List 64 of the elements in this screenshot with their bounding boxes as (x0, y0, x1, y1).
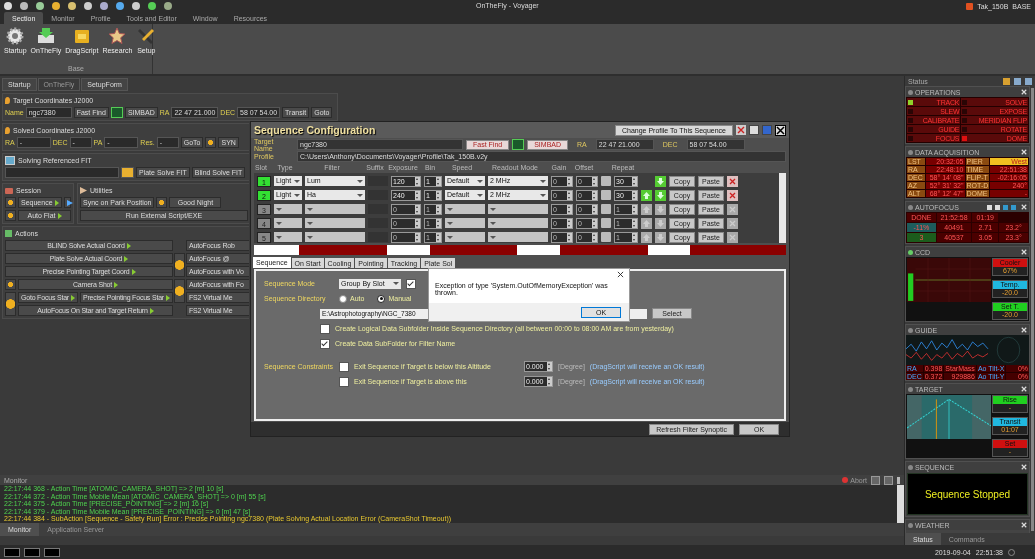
play-icon (149, 307, 154, 314)
radio-button[interactable] (377, 294, 386, 303)
delete-icon[interactable] (727, 217, 738, 229)
gear-icon[interactable] (5, 197, 16, 208)
arrow-up-icon[interactable] (641, 231, 652, 243)
checkbox[interactable] (339, 376, 349, 387)
play-icon (114, 281, 118, 288)
gear-icon (5, 26, 26, 46)
dropdown[interactable] (274, 204, 302, 214)
dropdown[interactable] (274, 218, 302, 228)
arrow-down-icon[interactable] (655, 217, 666, 229)
arrow-down-icon[interactable] (655, 175, 666, 187)
delete-icon[interactable] (736, 125, 746, 135)
image-icon (5, 156, 15, 165)
checkbox[interactable] (339, 361, 349, 372)
play-icon (165, 294, 170, 301)
status-led-icon (908, 386, 913, 392)
gear-icon[interactable] (205, 137, 217, 148)
dropdown[interactable] (274, 232, 302, 242)
arrow-down-icon[interactable] (655, 189, 666, 201)
scrollbar[interactable] (1031, 88, 1034, 531)
fast-forward-icon[interactable] (63, 197, 71, 208)
status-led-icon (908, 249, 913, 255)
status-icon[interactable] (4, 547, 20, 557)
scrollbar[interactable] (779, 173, 786, 243)
status-icon[interactable] (44, 547, 60, 557)
status-led-icon (908, 327, 913, 333)
arrow-up-icon[interactable] (641, 189, 652, 201)
gear-icon[interactable] (5, 279, 16, 290)
gear-icon[interactable] (174, 253, 185, 277)
checkbox[interactable] (320, 338, 330, 349)
input-field[interactable] (368, 232, 388, 242)
folder-icon[interactable] (121, 167, 134, 178)
checkbox[interactable] (406, 278, 416, 289)
dialog-title: Sequence Configuration (254, 124, 376, 136)
gear-icon[interactable] (174, 279, 185, 303)
delete-icon[interactable] (727, 231, 738, 243)
gear-icon[interactable] (5, 292, 16, 316)
arrow-down-icon[interactable] (655, 231, 666, 243)
sequence-status: Sequence Stopped (907, 473, 1028, 515)
delete-icon[interactable] (727, 175, 738, 187)
checkbox[interactable] (320, 323, 330, 334)
status-led-icon (908, 522, 913, 528)
status-led-icon (908, 204, 913, 210)
arrow-up-icon[interactable] (641, 217, 652, 229)
delete-icon[interactable] (727, 203, 738, 215)
radio-button[interactable] (339, 294, 347, 303)
play-icon (70, 294, 75, 301)
profile-icon (966, 2, 974, 10)
close-icon[interactable] (617, 271, 624, 278)
tray-icon (35, 26, 56, 46)
input-field[interactable] (5, 167, 119, 178)
status-led-icon (908, 149, 913, 155)
status-led-icon (908, 464, 913, 470)
status-icon[interactable] (24, 547, 40, 557)
gear-icon[interactable] (156, 197, 168, 208)
arrow-down-icon[interactable] (655, 203, 666, 215)
delete-icon[interactable] (727, 189, 738, 201)
status-led-icon (908, 89, 913, 95)
close-icon[interactable] (775, 124, 786, 136)
arrow-up-icon[interactable] (641, 203, 652, 215)
gear-icon[interactable] (5, 210, 16, 221)
scrollbar[interactable] (897, 485, 904, 523)
star-icon (107, 26, 128, 46)
